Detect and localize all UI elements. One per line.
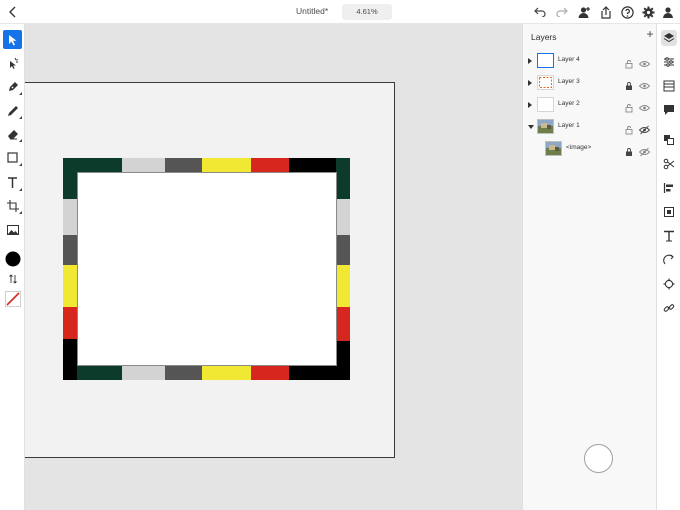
frame-color-segment [63, 172, 77, 199]
frame-color-segment [63, 158, 122, 172]
frame-color-segment [336, 341, 350, 366]
fill-color-swatch[interactable] [3, 249, 22, 268]
frame-color-segment [336, 366, 350, 380]
frame-color-segment [336, 235, 350, 265]
layer-name: Layer 1 [558, 122, 580, 129]
frame-color-segment [336, 265, 350, 307]
sublayer-row[interactable]: <image> [523, 139, 657, 159]
invite-user-icon[interactable] [576, 4, 592, 20]
locked-lock-icon[interactable] [624, 78, 634, 90]
layer-row[interactable]: Layer 1 [523, 117, 657, 137]
layers-panel-icon[interactable] [661, 30, 677, 46]
frame-color-segment [251, 366, 289, 380]
layer-thumbnail [537, 75, 554, 90]
frame-color-segment [336, 158, 350, 172]
visible-eye-icon[interactable] [638, 56, 651, 67]
visible-eye-icon[interactable] [638, 78, 651, 89]
layers-panel: Layers + Layer 4 Layer 3 Layer 2 Layer 1… [522, 24, 656, 510]
share-icon[interactable] [598, 4, 614, 20]
touch-shortcut-button[interactable] [584, 444, 613, 473]
expand-arrow-icon[interactable] [528, 80, 532, 86]
fill-color-circle [5, 251, 20, 266]
collapse-arrow-icon[interactable] [528, 125, 534, 129]
frame-color-segment [289, 366, 336, 380]
place-image-tool[interactable] [3, 220, 22, 239]
settings-gear-icon[interactable] [640, 4, 656, 20]
frame-color-segment [63, 339, 77, 366]
frame-color-segment [336, 199, 350, 235]
right-panel-strip [656, 24, 680, 510]
frame-color-segment [202, 158, 251, 172]
type-tool[interactable] [3, 173, 22, 192]
eraser-tool[interactable] [3, 124, 22, 143]
frame-color-segment [63, 366, 77, 380]
back-chevron-icon[interactable] [6, 4, 20, 20]
undo-icon[interactable] [532, 4, 548, 20]
frame-color-segment [122, 366, 165, 380]
hidden-eye-icon[interactable] [638, 122, 651, 135]
sublayer-name: <image> [566, 144, 592, 151]
frame-color-segment [336, 172, 350, 199]
rectangle-tool[interactable] [3, 148, 22, 167]
direct-selection-tool[interactable] [3, 53, 22, 72]
frame-color-segment [63, 235, 77, 265]
frame-color-segment [251, 158, 289, 172]
frame-color-segment [63, 307, 77, 339]
align-icon[interactable] [661, 180, 677, 196]
frame-color-segment [289, 158, 336, 172]
link-icon[interactable] [661, 300, 677, 316]
transform-icon[interactable] [661, 204, 677, 220]
text-properties-icon[interactable] [661, 228, 677, 244]
layer-row[interactable]: Layer 2 [523, 95, 657, 115]
layer-image-thumbnail [537, 119, 554, 134]
layer-thumbnail [537, 53, 554, 68]
repeat-grid-icon[interactable] [661, 252, 677, 268]
layer-name: Layer 3 [558, 78, 580, 85]
unlocked-lock-icon[interactable] [624, 100, 634, 113]
expand-arrow-icon[interactable] [528, 58, 532, 64]
frame-color-segment [63, 199, 77, 235]
frame-color-segment [165, 366, 202, 380]
pen-tool[interactable] [3, 77, 22, 96]
user-avatar-icon[interactable] [660, 4, 676, 20]
frame-color-segment [122, 158, 165, 172]
stroke-color-swatch[interactable] [3, 289, 22, 308]
layer-row[interactable]: Layer 3 [523, 73, 657, 93]
frame-color-segment [336, 307, 350, 341]
frame-color-segment [77, 366, 122, 380]
top-bar: Untitled* 4.61% [0, 0, 680, 24]
layer-row[interactable]: Layer 4 [523, 51, 657, 71]
swap-colors-icon[interactable] [3, 269, 22, 288]
image-thumbnail [545, 141, 562, 156]
hidden-eye-icon[interactable] [638, 144, 651, 157]
comments-icon[interactable] [661, 102, 677, 118]
libraries-icon[interactable] [661, 78, 677, 94]
help-icon[interactable] [619, 4, 635, 20]
unlocked-lock-icon[interactable] [624, 56, 634, 69]
pencil-tool[interactable] [3, 101, 22, 120]
redo-icon[interactable] [554, 4, 570, 20]
frame-color-segment [165, 158, 202, 172]
frame-color-segment [63, 265, 77, 307]
arrange-icon[interactable] [661, 132, 677, 148]
add-layer-plus-icon[interactable]: + [645, 28, 655, 40]
effects-gear-icon[interactable] [661, 276, 677, 292]
properties-sliders-icon[interactable] [661, 54, 677, 70]
tools-toolbar [0, 24, 25, 510]
path-scissors-icon[interactable] [661, 156, 677, 172]
crop-transform-tool[interactable] [3, 196, 22, 215]
unlocked-lock-icon[interactable] [624, 122, 634, 135]
expand-arrow-icon[interactable] [528, 102, 532, 108]
layer-thumbnail [537, 97, 554, 112]
layer-name: Layer 4 [558, 56, 580, 63]
document-title[interactable]: Untitled* [296, 6, 328, 16]
selection-tool[interactable] [3, 30, 22, 49]
frame-inner-white[interactable] [77, 172, 337, 366]
locked-lock-icon[interactable] [624, 144, 634, 156]
layers-panel-title: Layers [531, 32, 557, 42]
visible-eye-icon[interactable] [638, 100, 651, 111]
frame-color-segment [202, 366, 251, 380]
zoom-level[interactable]: 4.61% [342, 4, 392, 20]
layer-name: Layer 2 [558, 100, 580, 107]
